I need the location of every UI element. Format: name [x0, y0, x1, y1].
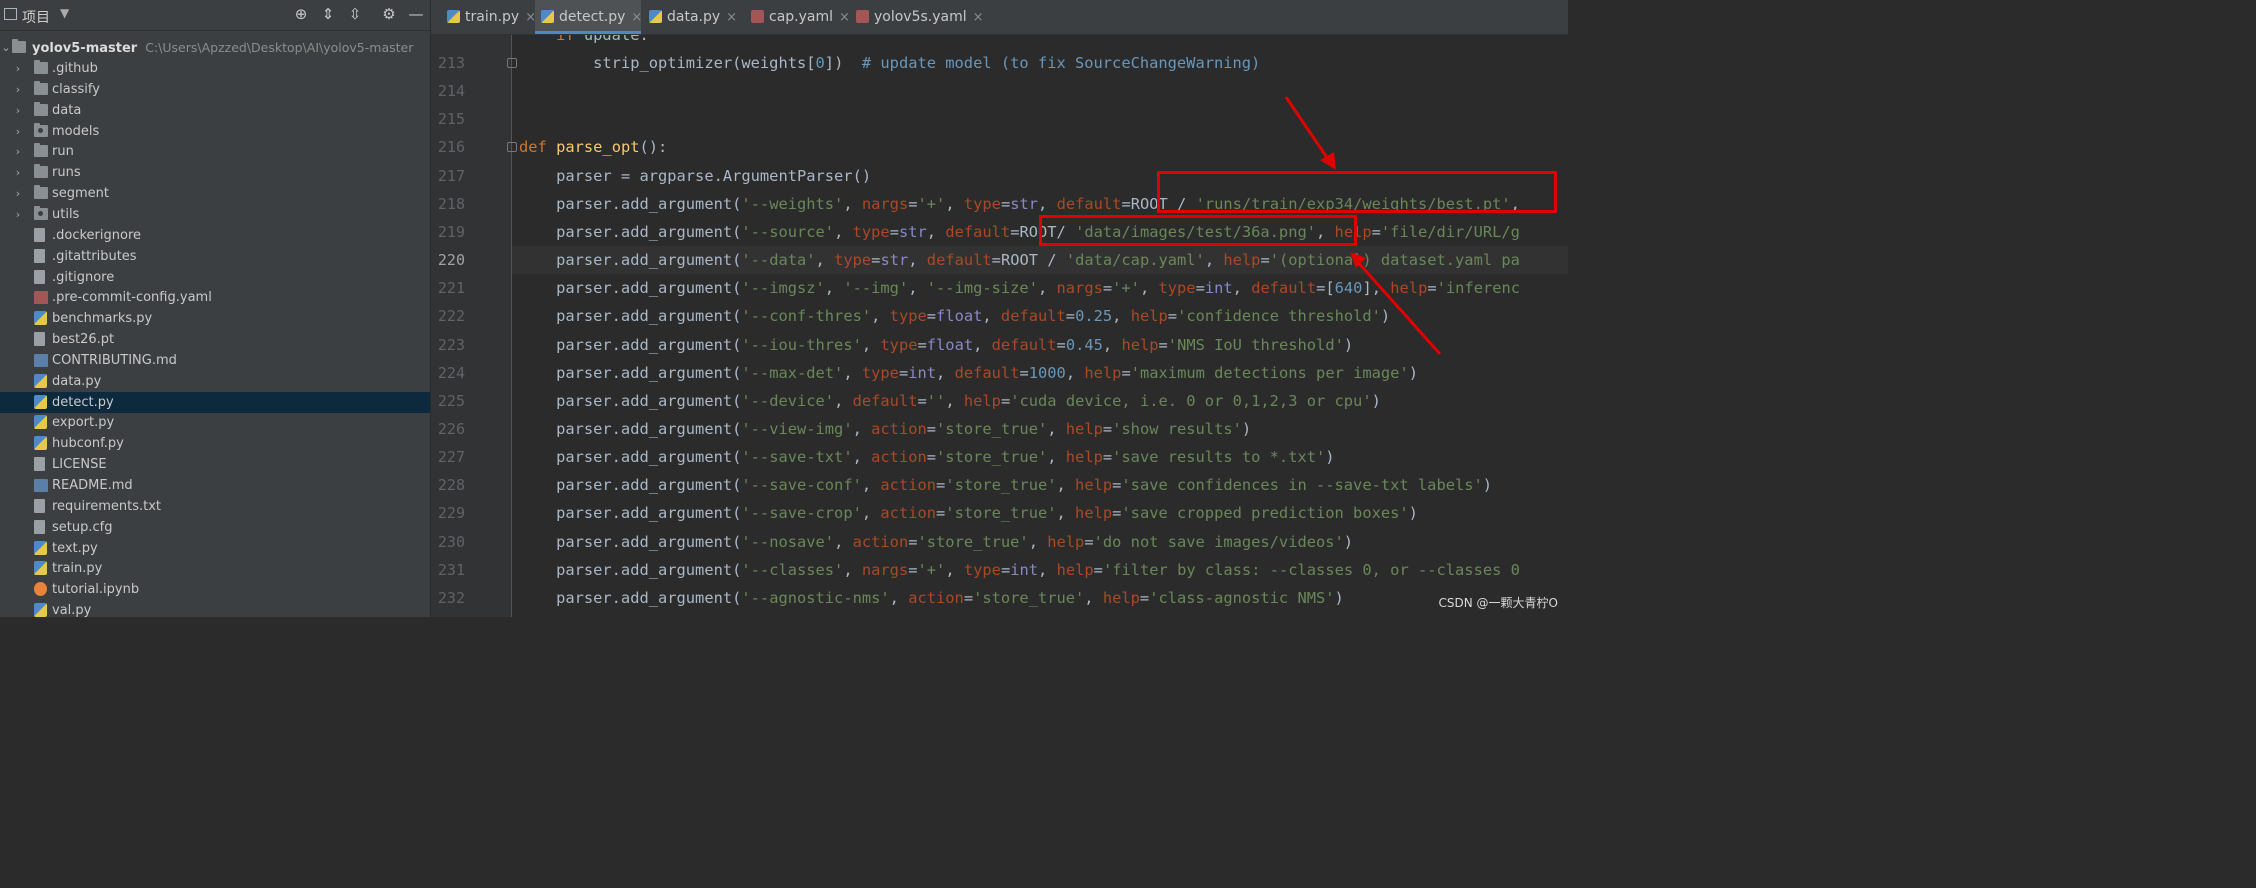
watermark: CSDN @一颗大青柠O: [1438, 596, 1558, 610]
annotation-arrows: [1284, 96, 1442, 355]
